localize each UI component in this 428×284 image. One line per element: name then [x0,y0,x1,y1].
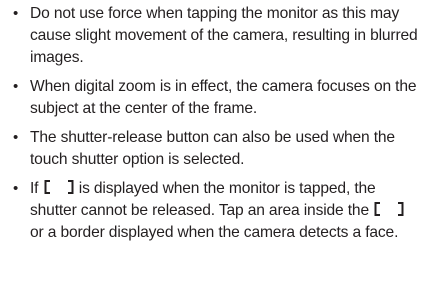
manual-page: • Do not use force when tapping the moni… [0,0,428,284]
list-item: • If is displayed when the monitor is ta… [12,178,422,244]
list-item: • The shutter-release button can also be… [12,127,422,171]
bullet-icon: • [13,129,19,146]
note-text-part: or a border displayed when the camera de… [30,224,399,241]
focus-bracket-icon [374,202,404,216]
focus-bracket-icon [44,180,74,194]
note-text: The shutter-release button can also be u… [30,129,395,168]
note-text: When digital zoom is in effect, the came… [30,78,417,117]
bullet-icon: • [13,78,19,95]
list-item: • When digital zoom is in effect, the ca… [12,76,422,120]
notes-list: • Do not use force when tapping the moni… [12,3,422,244]
list-item: • Do not use force when tapping the moni… [12,3,422,69]
bullet-icon: • [13,5,19,22]
bullet-icon: • [13,180,19,197]
note-text-part: If [30,180,39,197]
note-text: Do not use force when tapping the monito… [30,5,418,66]
note-text-part: is displayed when the monitor is tapped,… [30,180,376,219]
